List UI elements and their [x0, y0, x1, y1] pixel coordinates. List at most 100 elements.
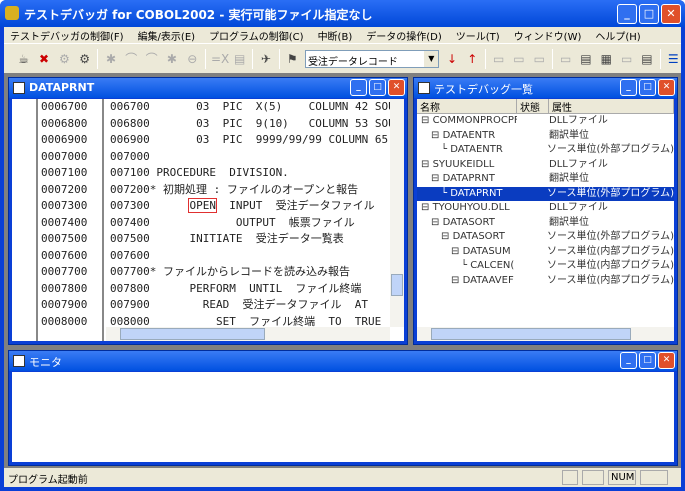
- collapse-icon[interactable]: ⊟: [451, 275, 463, 286]
- start-icon[interactable]: ☕: [16, 51, 31, 67]
- run-to-icon[interactable]: ✈: [258, 51, 273, 67]
- menu-edit-view[interactable]: 編集/表示(E): [138, 28, 196, 43]
- tile-icon[interactable]: ☰: [666, 51, 681, 67]
- scroll-thumb[interactable]: [391, 274, 403, 296]
- source-line[interactable]: 006800 03 PIC 9(10) COLUMN 53 SOUR: [106, 116, 390, 133]
- detach-icon[interactable]: ⚙: [77, 51, 92, 67]
- source-window-icon[interactable]: ▤: [578, 51, 593, 67]
- collapse-icon[interactable]: ⊟: [421, 202, 433, 213]
- tree-row[interactable]: └ DATAPRNT ソース単位(外部プログラム): [417, 186, 674, 201]
- step-over-icon[interactable]: ⌒: [144, 51, 159, 67]
- tree-line-icon[interactable]: └: [461, 260, 470, 271]
- scroll-thumb[interactable]: [120, 328, 265, 340]
- minimize-button[interactable]: _: [350, 79, 367, 96]
- collapse-icon[interactable]: ⊟: [431, 217, 443, 228]
- menu-data[interactable]: データの操作(D): [366, 28, 442, 43]
- collapse-icon[interactable]: ⊟: [451, 246, 463, 257]
- source-line[interactable]: 007800 PERFORM UNTIL ファイル終端: [106, 281, 390, 298]
- close-button[interactable]: ✕: [661, 4, 681, 24]
- maximize-button[interactable]: □: [639, 79, 656, 96]
- evaluate-icon[interactable]: ▤: [232, 51, 247, 67]
- watch-up-icon[interactable]: ↑: [465, 51, 480, 67]
- tree-row[interactable]: ⊟ COMMONPROCPF DLLファイル: [417, 114, 674, 129]
- monitor-output[interactable]: [12, 372, 674, 462]
- source-line[interactable]: 007600: [106, 248, 390, 265]
- step-into-icon[interactable]: ⌒: [124, 51, 139, 67]
- source-line[interactable]: 007100 PROCEDURE DIVISION.: [106, 165, 390, 182]
- collapse-icon[interactable]: ⊟: [421, 115, 433, 126]
- list-window-icon[interactable]: ▦: [599, 51, 614, 67]
- breakpoint-gutter[interactable]: [12, 99, 38, 341]
- vertical-scrollbar[interactable]: [390, 99, 404, 327]
- menu-help[interactable]: ヘルプ(H): [595, 28, 640, 43]
- close-button[interactable]: ✕: [658, 352, 675, 369]
- step-out-icon[interactable]: ✱: [164, 51, 179, 67]
- source-line[interactable]: 007500 INITIATE 受注データ一覧表: [106, 231, 390, 248]
- view5-icon[interactable]: ▭: [619, 51, 634, 67]
- collapse-icon[interactable]: ⊟: [421, 159, 433, 170]
- maximize-button[interactable]: □: [369, 79, 386, 96]
- menu-tools[interactable]: ツール(T): [456, 28, 500, 43]
- tree-line-icon[interactable]: └: [441, 188, 450, 199]
- minimize-button[interactable]: _: [620, 352, 637, 369]
- source-code[interactable]: 006700 03 PIC X(5) COLUMN 42 SOUR 006800 …: [106, 99, 390, 327]
- step-icon[interactable]: ✱: [103, 51, 118, 67]
- tree-node-attribute: ソース単位(外部プログラム): [546, 231, 674, 242]
- tree-row[interactable]: ⊟ DATASORT 翻訳単位: [417, 216, 674, 231]
- minimize-button[interactable]: _: [620, 79, 637, 96]
- view3-icon[interactable]: ▭: [532, 51, 547, 67]
- chevron-down-icon[interactable]: ▼: [424, 50, 439, 67]
- clear-icon[interactable]: =X: [211, 51, 229, 67]
- maximize-button[interactable]: □: [639, 4, 659, 24]
- menu-debugger[interactable]: テストデバッガの制御(F): [10, 28, 124, 43]
- minimize-button[interactable]: _: [617, 4, 637, 24]
- tree-row[interactable]: ⊟ DATASORT ソース単位(外部プログラム): [417, 230, 674, 245]
- source-line[interactable]: 007400 OUTPUT 帳票ファイル: [106, 215, 390, 232]
- source-line[interactable]: 007000: [106, 149, 390, 166]
- column-attribute[interactable]: 属性: [549, 99, 674, 114]
- tree-row[interactable]: └ DATAENTR ソース単位(外部プログラム): [417, 143, 674, 158]
- halt-icon[interactable]: ⊖: [185, 51, 200, 67]
- tree-line-icon[interactable]: ⊟: [441, 231, 453, 242]
- source-line[interactable]: 008000 SET ファイル終端 TO TRUE: [106, 314, 390, 328]
- collapse-icon[interactable]: ⊟: [431, 173, 443, 184]
- maximize-button[interactable]: □: [639, 352, 656, 369]
- source-line[interactable]: 006700 03 PIC X(5) COLUMN 42 SOUR: [106, 99, 390, 116]
- scroll-thumb[interactable]: [431, 328, 631, 340]
- collapse-icon[interactable]: ⊟: [431, 130, 443, 141]
- column-status[interactable]: 状態: [517, 99, 549, 114]
- view4-icon[interactable]: ▭: [558, 51, 573, 67]
- tree-row[interactable]: ⊟ DATASUM ソース単位(内部プログラム): [417, 245, 674, 260]
- source-line[interactable]: 006900 03 PIC 9999/99/99 COLUMN 65: [106, 132, 390, 149]
- monitor-window-icon[interactable]: ▤: [639, 51, 654, 67]
- source-line[interactable]: 007300 OPEN INPUT 受注データファイル: [106, 198, 390, 215]
- menu-program[interactable]: プログラムの制御(C): [209, 28, 304, 43]
- tree-row[interactable]: ⊟ SYUUKEIDLL DLLファイル: [417, 158, 674, 173]
- stop-icon[interactable]: ✖: [36, 51, 51, 67]
- tree-row[interactable]: ⊟ DATAPRNT 翻訳単位: [417, 172, 674, 187]
- close-button[interactable]: ✕: [658, 79, 675, 96]
- source-line[interactable]: 007700* ファイルからレコードを読み込み報告: [106, 264, 390, 281]
- menu-window[interactable]: ウィンドウ(W): [514, 28, 582, 43]
- horizontal-scrollbar[interactable]: [417, 327, 674, 341]
- data-record-combo[interactable]: 受注データレコード ▼: [304, 49, 440, 68]
- source-line[interactable]: 007900 READ 受注データファイル AT: [106, 297, 390, 314]
- tree-node-attribute: 翻訳単位: [549, 129, 589, 141]
- tree-row[interactable]: ⊟ DATAENTR 翻訳単位: [417, 129, 674, 144]
- source-line[interactable]: 007200* 初期処理 : ファイルのオープンと報告: [106, 182, 390, 199]
- menu-break[interactable]: 中断(B): [318, 28, 353, 43]
- close-button[interactable]: ✕: [388, 79, 405, 96]
- view1-icon[interactable]: ▭: [491, 51, 506, 67]
- tree-row[interactable]: ⊟ TYOUHYOU.DLL DLLファイル: [417, 201, 674, 216]
- data-icon[interactable]: ⚑: [285, 51, 300, 67]
- tree-line-icon[interactable]: └: [441, 144, 450, 155]
- watch-down-icon[interactable]: ↓: [444, 51, 459, 67]
- tree-row[interactable]: ⊟ DATAAVEF ソース単位(内部プログラム): [417, 274, 674, 289]
- tree-node-status: [516, 274, 547, 289]
- column-name[interactable]: 名称: [417, 99, 517, 113]
- tree-row[interactable]: └ CALCEN(ソース単位(内部プログラム): [417, 259, 674, 274]
- restart-icon[interactable]: ⚙: [57, 51, 72, 67]
- view2-icon[interactable]: ▭: [511, 51, 526, 67]
- horizontal-scrollbar[interactable]: [106, 327, 390, 341]
- tree-node-name: DATASORT: [442, 216, 495, 228]
